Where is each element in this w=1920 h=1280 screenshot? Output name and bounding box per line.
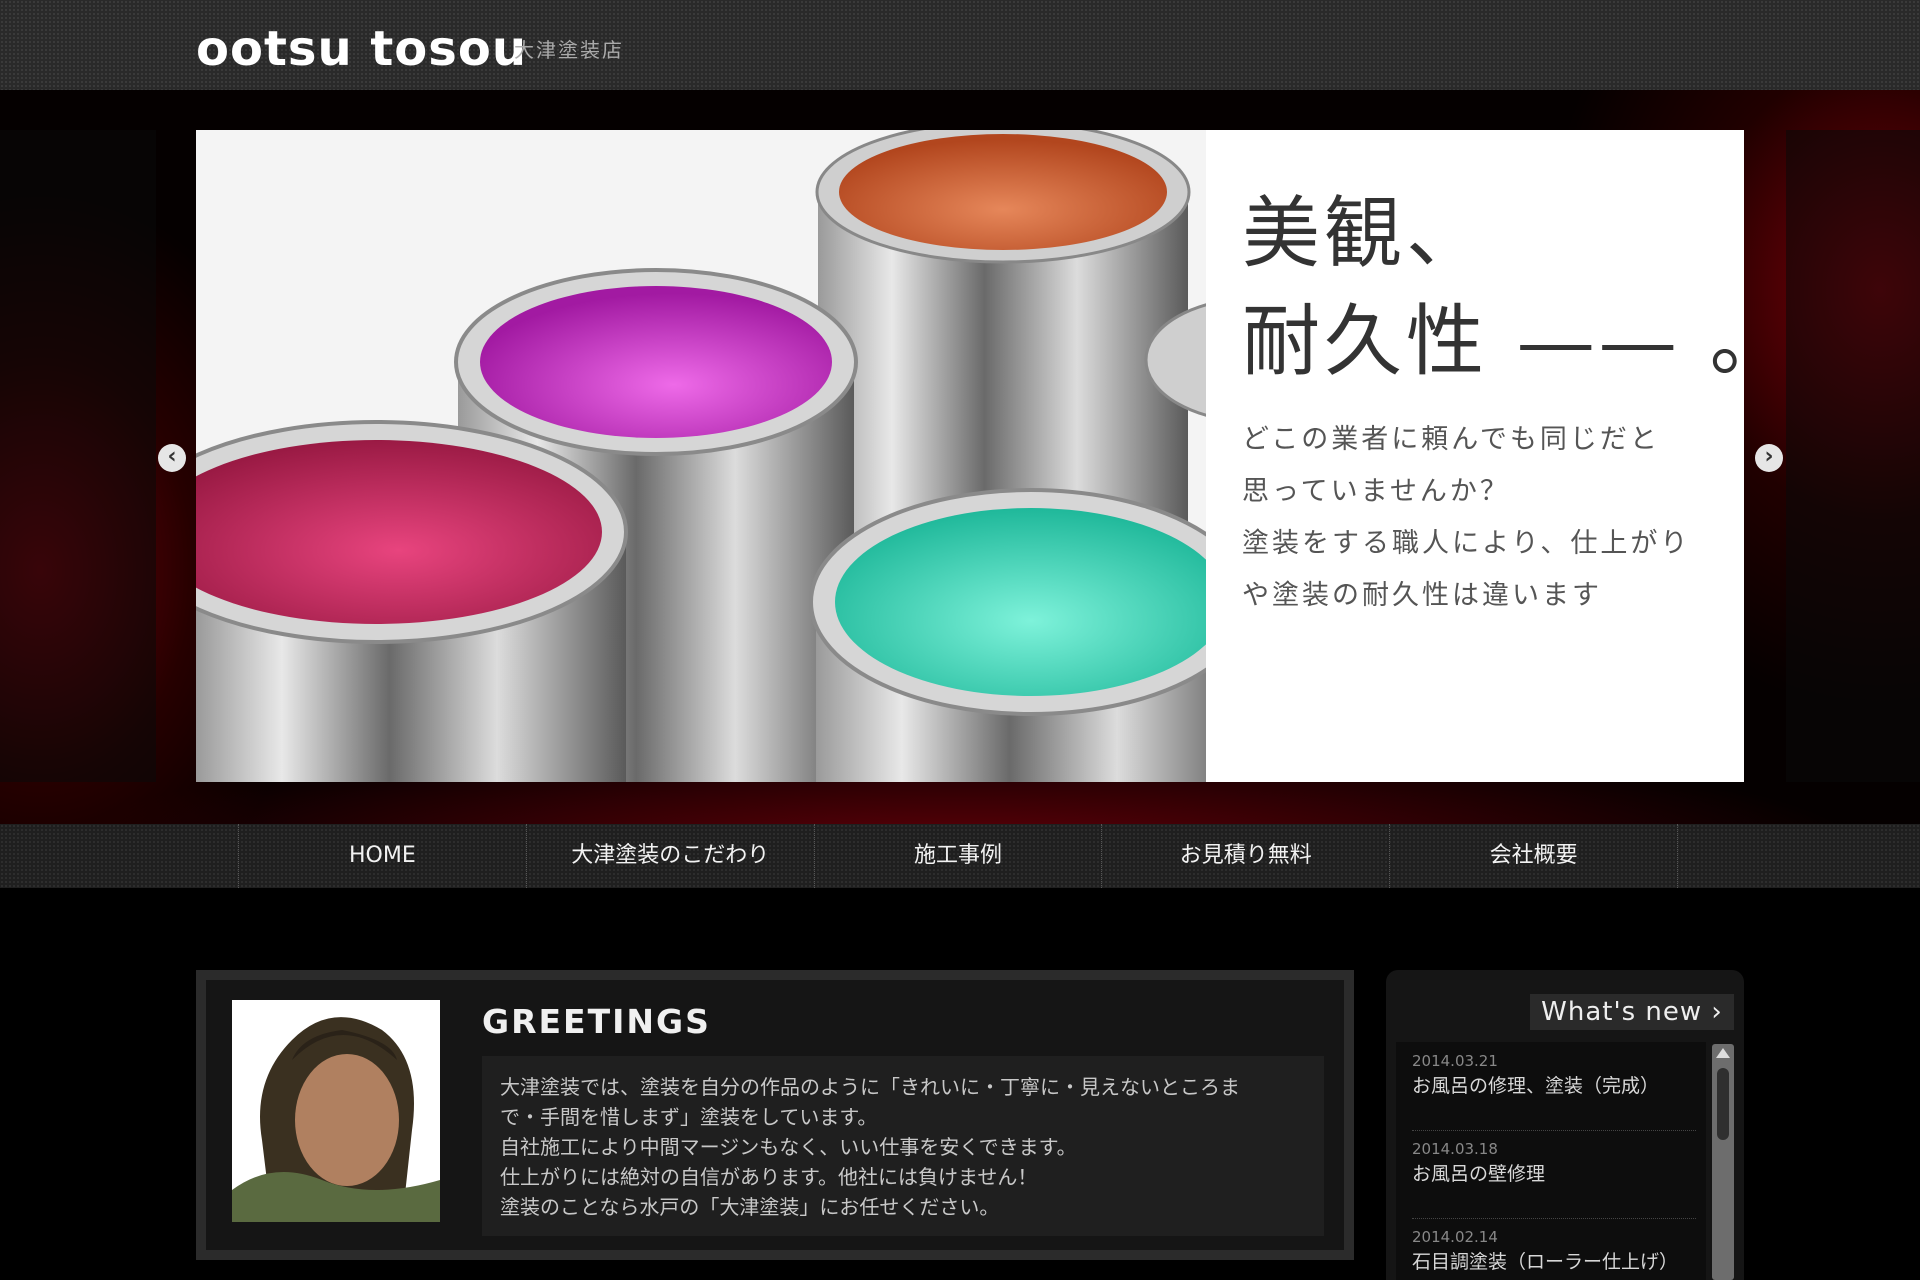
greetings-title: GREETINGS <box>482 1002 711 1041</box>
hero-text-line: どこの業者に頼んでも同じだと <box>1242 424 1660 455</box>
greetings-line: 仕上がりには絶対の自信があります。他社には負けません！ <box>500 1165 1038 1189</box>
hero-description: どこの業者に頼んでも同じだと 思っていませんか？ 塗装をする職人により、仕上がり… <box>1242 414 1690 622</box>
greetings-line: 塗装のことなら水戸の「大津塗装」にお任せください。 <box>500 1195 1000 1219</box>
greetings-text-box: 大津塗装では、塗装を自分の作品のように「きれいに・丁寧に・見えないところま で・… <box>482 1056 1324 1236</box>
greetings-line: で・手間を惜しまず」塗装をしています。 <box>500 1105 878 1129</box>
main-nav: HOME 大津塗装のこだわり 施工事例 お見積り無料 会社概要 <box>0 824 1920 888</box>
news-list: 2014.03.21 お風呂の修理、塗装（完成） 2014.03.18 お風呂の… <box>1396 1042 1706 1280</box>
chevron-left-icon[interactable]: ‹ <box>158 444 186 472</box>
hero-headline-line-2: 耐久性 —— 。 <box>1242 297 1792 387</box>
nav-item-estimate[interactable]: お見積り無料 <box>1101 824 1389 888</box>
hero-headline: 美観、 耐久性 —— 。 <box>1242 180 1792 396</box>
chevron-right-icon[interactable]: › <box>1755 444 1783 472</box>
whats-new-title[interactable]: What's new › <box>1530 994 1734 1030</box>
news-date: 2014.03.18 <box>1412 1140 1498 1158</box>
news-item[interactable]: 2014.03.18 お風呂の壁修理 <box>1412 1138 1696 1219</box>
slider-next-preview <box>1786 130 1920 782</box>
hero-text-line: や塗装の耐久性は違います <box>1242 580 1602 611</box>
nav-item-home[interactable]: HOME <box>238 824 526 888</box>
news-date: 2014.03.21 <box>1412 1052 1498 1070</box>
paint-cans-image <box>196 130 1206 782</box>
orange-paint <box>839 134 1167 250</box>
news-title[interactable]: 石目調塗装（ローラー仕上げ） <box>1412 1248 1696 1276</box>
news-scrollbar[interactable] <box>1712 1044 1734 1280</box>
scroll-up-arrow-icon[interactable] <box>1716 1048 1730 1058</box>
news-title[interactable]: お風呂の壁修理 <box>1412 1160 1696 1188</box>
nav-item-commitment[interactable]: 大津塗装のこだわり <box>525 824 814 888</box>
greetings-section: GREETINGS 大津塗装では、塗装を自分の作品のように「きれいに・丁寧に・見… <box>196 970 1354 1260</box>
magenta-paint <box>480 286 832 438</box>
news-item[interactable]: 2014.02.14 石目調塗装（ローラー仕上げ） <box>1412 1226 1696 1280</box>
site-logo-subtitle: 大津塗装店 <box>514 38 624 62</box>
greetings-line: 大津塗装では、塗装を自分の作品のように「きれいに・丁寧に・見えないところま <box>500 1075 1240 1099</box>
news-item[interactable]: 2014.03.21 お風呂の修理、塗装（完成） <box>1412 1050 1696 1131</box>
site-header: ootsu tosou 大津塗装店 <box>0 0 1920 91</box>
greetings-line: 自社施工により中間マージンもなく、いい仕事を安くできます。 <box>500 1135 1077 1159</box>
hero-headline-line-1: 美観、 <box>1242 189 1489 279</box>
whats-new-section: What's new › 2014.03.21 お風呂の修理、塗装（完成） 20… <box>1386 970 1744 1280</box>
hero-text-line: 塗装をする職人により、仕上がり <box>1242 528 1691 559</box>
news-date: 2014.02.14 <box>1412 1228 1498 1246</box>
nav-item-works[interactable]: 施工事例 <box>813 824 1102 888</box>
slider-prev-preview <box>0 130 156 782</box>
nav-item-company[interactable]: 会社概要 <box>1389 824 1678 888</box>
news-title[interactable]: お風呂の修理、塗装（完成） <box>1412 1072 1696 1100</box>
scroll-thumb[interactable] <box>1717 1068 1729 1140</box>
owner-photo <box>232 1000 440 1222</box>
site-logo[interactable]: ootsu tosou <box>196 14 527 84</box>
hero-text-line: 思っていませんか？ <box>1242 476 1510 507</box>
